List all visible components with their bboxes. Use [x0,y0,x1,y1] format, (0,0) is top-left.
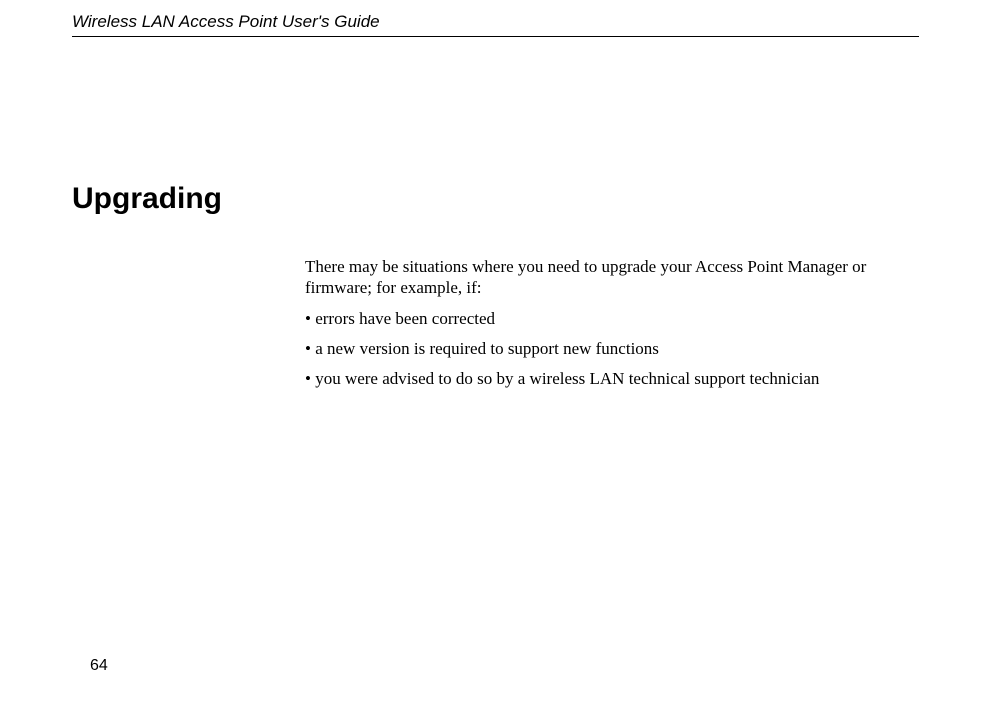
bullet-item: • errors have been corrected [305,308,919,329]
bullet-item: • a new version is required to support n… [305,338,919,359]
header-title: Wireless LAN Access Point User's Guide [72,12,919,32]
header-divider [72,36,919,37]
bullet-item: • you were advised to do so by a wireles… [305,368,919,389]
intro-paragraph: There may be situations where you need t… [305,256,919,299]
page-number: 64 [90,657,108,675]
body-content: There may be situations where you need t… [305,256,919,398]
chapter-heading: Upgrading [72,182,222,216]
page-header: Wireless LAN Access Point User's Guide [72,12,919,37]
